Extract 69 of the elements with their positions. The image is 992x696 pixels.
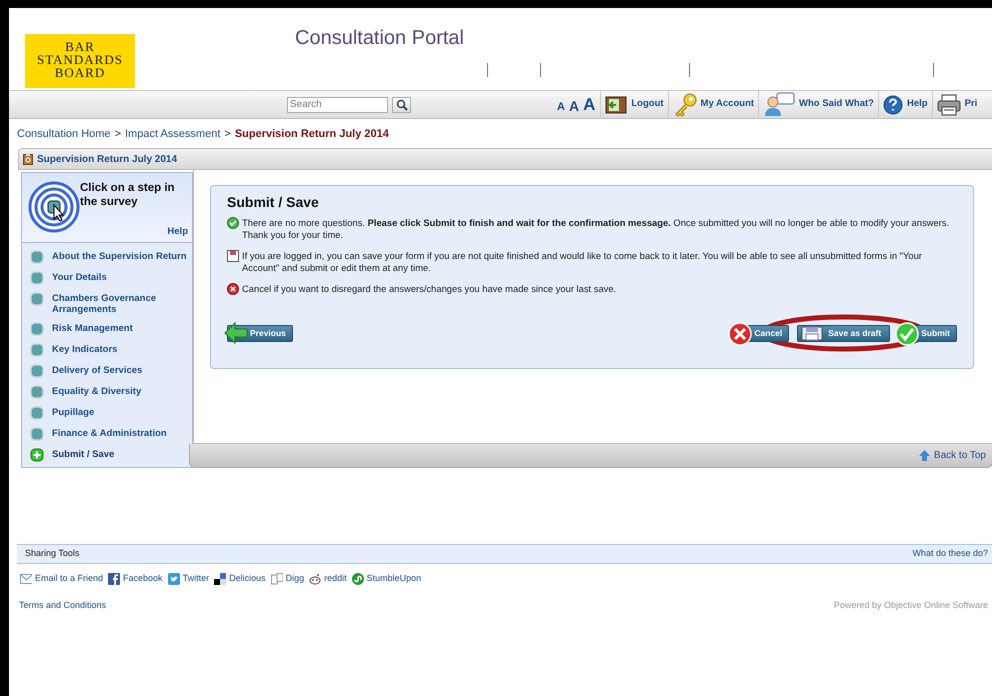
step-link[interactable]: Chambers Governance Arrangements xyxy=(52,292,192,315)
person-speech-icon xyxy=(763,92,796,117)
breadcrumb-separator: > xyxy=(224,127,231,142)
breadcrumb-link[interactable]: Consultation Home xyxy=(17,126,111,148)
note-text: Cancel if you want to disregard the answers/changes you have made since your last save. xyxy=(242,282,616,295)
help-link[interactable]: Help xyxy=(167,224,188,239)
cancel-icon xyxy=(227,282,239,295)
text-size-link[interactable]: A xyxy=(557,102,565,113)
digg-icon xyxy=(270,572,283,585)
powered-by-text: Powered by Objective Online Software xyxy=(834,598,988,612)
printer-icon xyxy=(936,92,961,116)
share-link[interactable]: Twitter xyxy=(168,572,210,586)
step-link[interactable]: Delivery of Services xyxy=(52,364,142,376)
share-link[interactable]: Delicious xyxy=(214,572,266,586)
note-text: If you are logged in, you can save your form if you are not quite finished and would like to come back to it later. You will be able to see all unsubmitted forms in "Your Account" and submit or edit them at any time. xyxy=(242,250,923,274)
squares-icon xyxy=(214,572,226,585)
toolbar-link[interactable]: Who Said What? xyxy=(758,90,878,119)
terms-link[interactable]: Terms and Conditions xyxy=(19,598,106,612)
step-link[interactable]: Equality & Diversity xyxy=(52,385,142,397)
step-link[interactable]: Your Details xyxy=(52,271,107,283)
toolbar-link[interactable]: Pri xyxy=(932,90,982,119)
sidebar-prompt: Click on a step in the survey xyxy=(80,181,176,209)
toolbar-link[interactable]: Logout xyxy=(600,90,668,119)
step-link[interactable]: Key Indicators xyxy=(52,343,118,355)
text-size-link[interactable]: A xyxy=(583,96,596,113)
share-link[interactable]: Email to a Friend xyxy=(20,572,104,586)
clipboard-icon xyxy=(23,153,33,165)
search-field[interactable]: Search xyxy=(287,96,388,112)
step-link[interactable]: Risk Management xyxy=(52,322,133,334)
envelope-icon xyxy=(20,572,32,585)
bird-icon xyxy=(168,572,180,585)
breadcrumb-current: Supervision Return July 2014 xyxy=(234,127,389,142)
check-icon xyxy=(895,322,920,346)
step-link[interactable]: About the Supervision Return xyxy=(52,250,187,262)
share-link[interactable]: Digg xyxy=(270,572,304,586)
alien-icon xyxy=(309,572,322,585)
section-heading: Submit / Save xyxy=(227,194,320,211)
up-arrow-icon xyxy=(918,450,930,461)
toolbar-link[interactable]: My Account xyxy=(668,90,758,119)
sharing-title: Sharing Tools xyxy=(25,547,80,560)
stumble-icon xyxy=(352,572,364,585)
panel-title: Supervision Return July 2014 xyxy=(37,152,178,166)
note-text: There are no more questions. Please click Submit to finish and wait for the confirmation message. Once submitted you will no longer be able to modify your answers. Thank you for your time. xyxy=(242,216,950,241)
logo[interactable]: BAR STANDARDS BOARD xyxy=(25,34,135,88)
save-draft-button[interactable]: Save as draft xyxy=(797,324,890,342)
share-link[interactable]: reddit xyxy=(309,572,347,586)
facebook-icon xyxy=(108,572,120,585)
step-link[interactable]: Submit / Save xyxy=(52,448,114,460)
left-arrow-icon xyxy=(224,322,250,344)
share-link[interactable]: Facebook xyxy=(108,572,163,586)
portal-title: Consultation Portal xyxy=(295,26,464,51)
help-link[interactable]: What do these do? xyxy=(912,547,988,561)
cancel-icon xyxy=(728,322,752,346)
step-link[interactable]: Finance & Administration xyxy=(52,427,167,439)
key-icon xyxy=(672,92,697,116)
step-link[interactable]: Pupillage xyxy=(52,406,94,418)
search-icon xyxy=(396,98,408,110)
share-link[interactable]: StumbleUpon xyxy=(352,572,422,586)
target-cursor-icon xyxy=(28,181,80,233)
search-button[interactable] xyxy=(392,96,411,112)
check-icon xyxy=(227,216,239,229)
help-icon xyxy=(882,94,903,114)
back-to-top-link[interactable]: Back to Top xyxy=(918,448,986,463)
text-size-link[interactable]: A xyxy=(568,99,580,113)
breadcrumb-separator: > xyxy=(114,127,121,142)
previous-button[interactable]: Previous xyxy=(227,324,293,342)
breadcrumb-link[interactable]: Impact Assessment xyxy=(125,126,220,148)
door-icon xyxy=(605,94,628,114)
toolbar-link[interactable]: Help xyxy=(878,90,932,119)
